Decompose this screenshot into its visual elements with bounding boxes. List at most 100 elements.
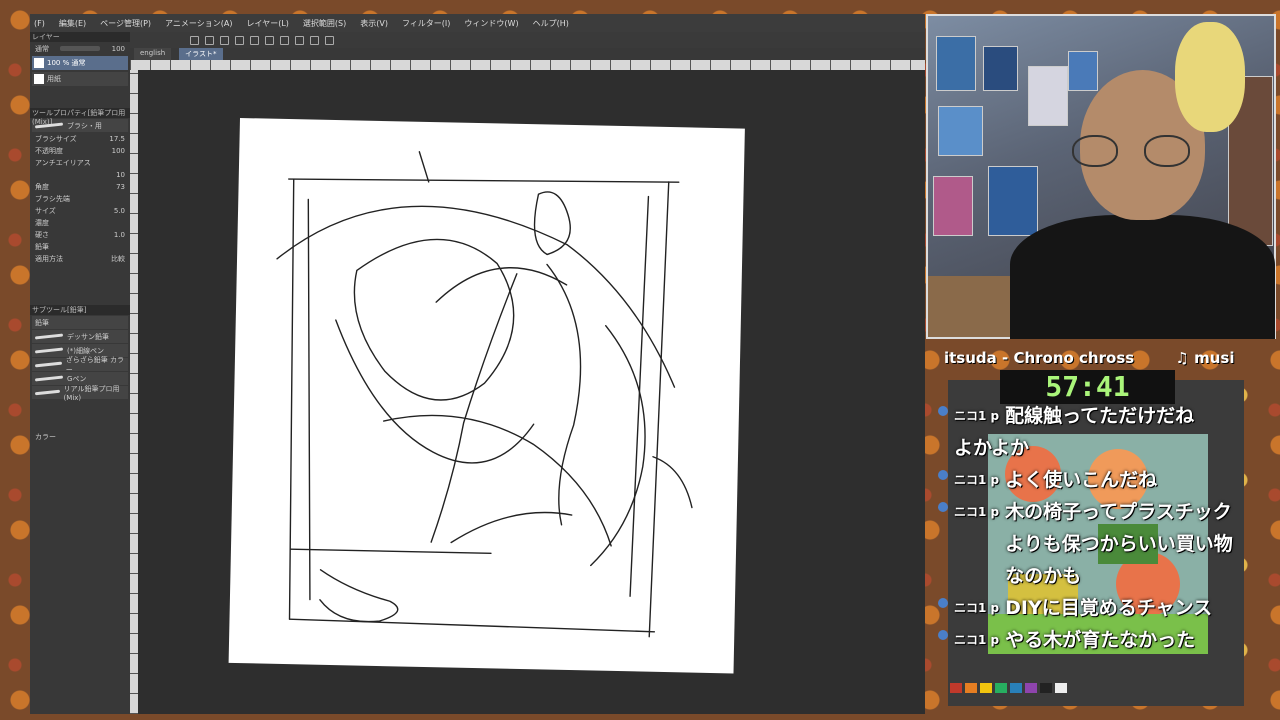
streamer-body <box>1010 215 1275 339</box>
comment: ニコ1 p 木の椅子ってプラスチックよりも保つからいい買い物なのかも <box>938 496 1238 592</box>
comment-user: ニコ1 p <box>954 473 1000 487</box>
poster <box>988 166 1038 236</box>
user-icon <box>938 470 948 480</box>
menu-page[interactable]: ページ管理(P) <box>100 18 151 29</box>
now-playing: itsuda - Chrono chross ♫ musi <box>944 349 1244 369</box>
color-swatch[interactable] <box>980 683 992 693</box>
poster <box>1068 51 1098 91</box>
poster <box>983 46 1018 91</box>
poster <box>936 36 976 91</box>
vertical-ruler <box>130 70 138 714</box>
left-panel: レイヤー 通常 100 100 % 通常 用紙 ツールプロパティ[鉛筆プロ用(M… <box>30 32 130 714</box>
brush-stroke-preview <box>34 347 64 354</box>
color-swatch[interactable] <box>995 683 1007 693</box>
command-bar <box>130 32 925 48</box>
glasses <box>1072 135 1212 167</box>
music-note: ♫ musi <box>1175 349 1235 367</box>
menu-animation[interactable]: アニメーション(A) <box>165 18 232 29</box>
tab-english[interactable]: english <box>134 48 172 60</box>
tab-illust[interactable]: イラスト* <box>179 48 223 60</box>
opacity-slider[interactable] <box>60 46 101 51</box>
color-swatch[interactable] <box>1055 683 1067 693</box>
poster <box>938 106 983 156</box>
clear-icon[interactable] <box>280 35 289 45</box>
prop-apply-method[interactable]: 適用方法 比較 <box>32 253 128 264</box>
prop-pencil[interactable]: 鉛筆 <box>32 241 128 252</box>
user-icon <box>938 406 948 416</box>
prop-density[interactable]: 濃度 <box>32 217 128 228</box>
new-file-icon[interactable] <box>190 35 199 45</box>
comment-text: よかよか <box>954 437 1030 459</box>
comment-user: ニコ1 p <box>954 505 1000 519</box>
menu-filter[interactable]: フィルター(I) <box>402 18 450 29</box>
fill-icon[interactable] <box>295 35 304 45</box>
plush-toy <box>1175 22 1245 132</box>
comment-text: 木の椅子ってプラスチックよりも保つからいい買い物なのかも <box>1005 501 1233 587</box>
menu-file[interactable]: (F) <box>34 19 45 28</box>
prop-opacity[interactable]: 不透明度 100 <box>32 145 128 156</box>
sub-tool-item[interactable]: デッサン鉛筆 <box>32 330 128 343</box>
layer-item[interactable]: 用紙 <box>32 72 128 86</box>
horizontal-ruler <box>130 60 925 70</box>
sub-tool-item[interactable]: ざらざら鉛筆 カラー <box>32 356 128 374</box>
prop-size[interactable]: サイズ 5.0 <box>32 205 128 216</box>
prop-brush-tip[interactable]: ブラシ先端 <box>32 193 128 204</box>
menu-help[interactable]: ヘルプ(H) <box>533 18 569 29</box>
brush-stroke-preview <box>34 361 62 368</box>
color-swatch[interactable] <box>1010 683 1022 693</box>
blend-mode[interactable]: 通常 <box>35 44 49 54</box>
sketch-canvas[interactable] <box>228 118 745 674</box>
open-file-icon[interactable] <box>205 35 214 45</box>
prop-angle[interactable]: 角度 73 <box>32 181 128 192</box>
prop-hardness[interactable]: 硬さ 1.0 <box>32 229 128 240</box>
menu-window[interactable]: ウィンドウ(W) <box>464 18 518 29</box>
menu-bar: (F) 編集(E) ページ管理(P) アニメーション(A) レイヤー(L) 選択… <box>30 14 925 32</box>
comment-list: ニコ1 p 配線触ってただけだね よかよか ニコ1 p よく使いこんだね ニコ1… <box>938 400 1238 656</box>
brush-stroke-preview <box>34 375 64 382</box>
color-swatch[interactable] <box>965 683 977 693</box>
rough-sketch <box>276 151 693 638</box>
comment-text: 配線触ってただけだね <box>1005 405 1195 427</box>
menu-layer[interactable]: レイヤー(L) <box>246 18 288 29</box>
color-swatch[interactable] <box>1040 683 1052 693</box>
layer-name: 用紙 <box>47 75 61 83</box>
layer-panel-header: レイヤー <box>30 32 130 42</box>
save-icon[interactable] <box>220 35 229 45</box>
opacity-value: 100 <box>111 44 125 53</box>
color-swatch[interactable] <box>1025 683 1037 693</box>
prop-antialias[interactable]: アンチエイリアス <box>32 157 128 168</box>
sub-tool-tab[interactable]: 鉛筆 <box>32 316 128 329</box>
color-swatch[interactable] <box>950 683 962 693</box>
prop-brush-size[interactable]: ブラシサイズ 17.5 <box>32 133 128 144</box>
selection-icon[interactable] <box>310 35 319 45</box>
sub-tool-item[interactable]: リアル鉛筆プロ用(Mix) <box>32 385 128 402</box>
redo-icon[interactable] <box>250 35 259 45</box>
layer-blend-row[interactable]: 通常 100 <box>32 43 128 54</box>
poster <box>1028 66 1068 126</box>
layer-name: 100 % 通常 <box>47 59 86 67</box>
comment-text: よく使いこんだね <box>1005 469 1158 491</box>
layer-thumbnail <box>34 58 44 68</box>
comment: よかよか <box>938 432 1238 464</box>
undo-icon[interactable] <box>235 35 244 45</box>
color-label[interactable]: カラー <box>35 432 56 442</box>
layer-thumbnail <box>34 74 44 84</box>
sub-tool-header: サブツール[鉛筆] <box>30 305 130 315</box>
brush-stroke-preview <box>34 333 64 340</box>
color-palette <box>950 683 1240 695</box>
comment: ニコ1 p DIYに目覚めるチャンス <box>938 592 1238 624</box>
ruler-icon[interactable] <box>325 35 334 45</box>
user-icon <box>938 598 948 608</box>
comment-user: ニコ1 p <box>954 409 1000 423</box>
comment: ニコ1 p 配線触ってただけだね <box>938 400 1238 432</box>
color-set-row[interactable]: カラー <box>32 431 128 442</box>
tool-property-header: ツールプロパティ[鉛筆プロ用(Mix)] <box>30 108 130 126</box>
prop-value-row[interactable]: 10 <box>32 169 128 180</box>
transform-icon[interactable] <box>265 35 274 45</box>
comment-user: ニコ1 p <box>954 601 1000 615</box>
menu-selection[interactable]: 選択範囲(S) <box>303 18 346 29</box>
comment-text: やる木が育たなかった <box>1005 629 1196 651</box>
menu-edit[interactable]: 編集(E) <box>59 18 86 29</box>
menu-view[interactable]: 表示(V) <box>360 18 388 29</box>
layer-item[interactable]: 100 % 通常 <box>32 56 128 70</box>
